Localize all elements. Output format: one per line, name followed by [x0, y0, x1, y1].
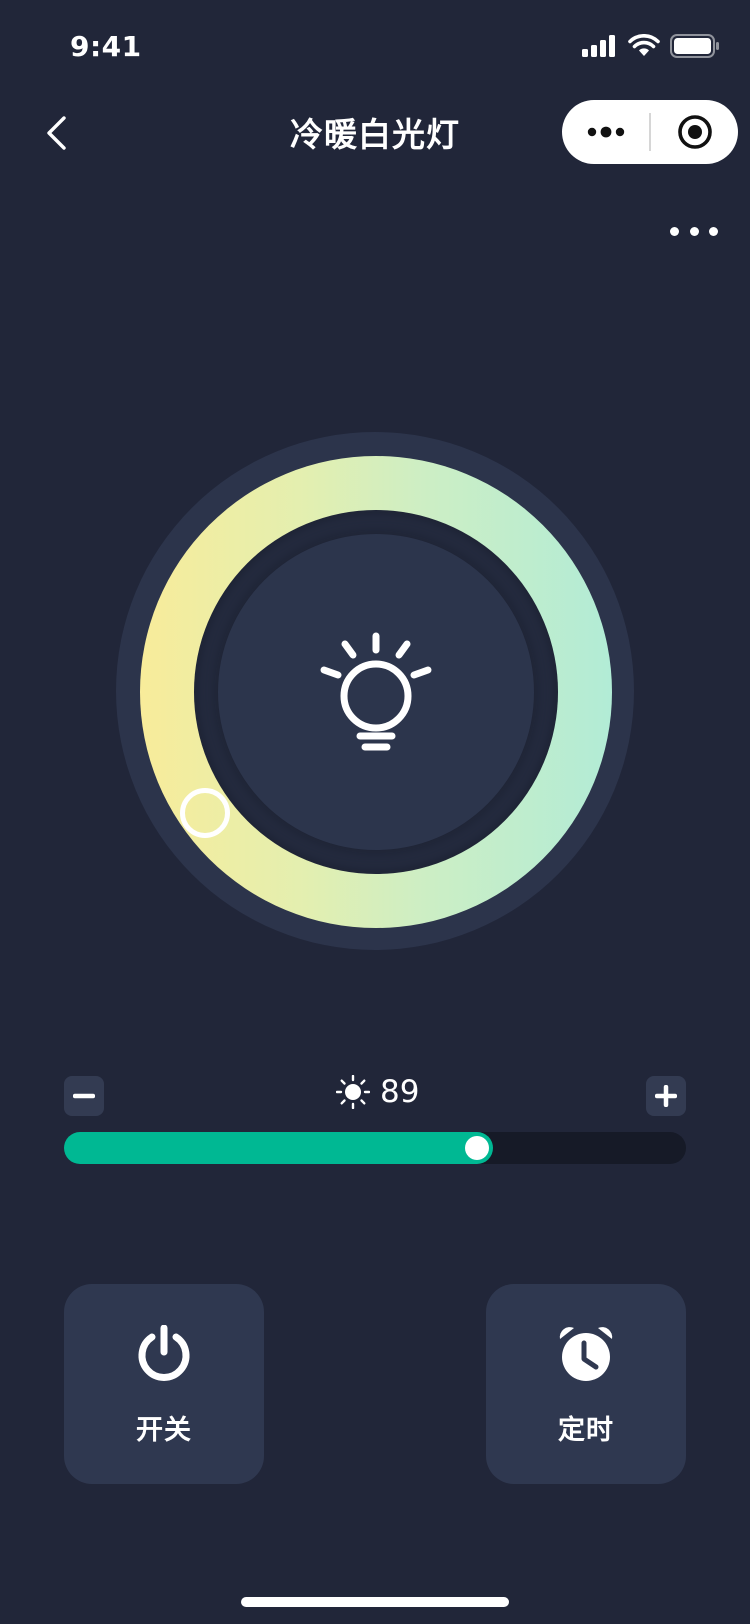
more-dot: [689, 226, 699, 236]
home-indicator: [241, 1597, 509, 1607]
timer-label: 定时: [558, 1415, 614, 1446]
more-dot: [670, 226, 679, 236]
status-icons: [582, 34, 720, 58]
ellipsis-icon: [587, 126, 624, 138]
dial-center: [218, 534, 534, 850]
target-icon: [677, 115, 712, 149]
power-toggle-label: 开关: [136, 1415, 192, 1446]
timer-card[interactable]: 定时: [486, 1284, 686, 1484]
wifi-icon: [628, 34, 660, 56]
battery-icon: [670, 34, 719, 58]
signal-icon: [582, 35, 615, 57]
capsule-close-button[interactable]: [651, 100, 738, 164]
brightness-increase-button[interactable]: [646, 1076, 686, 1116]
sun-icon: [336, 1075, 370, 1109]
plus-icon: [655, 1085, 677, 1107]
brightness-slider-thumb[interactable]: [465, 1136, 490, 1160]
power-toggle-card[interactable]: 开关: [64, 1284, 264, 1484]
power-icon: [138, 1325, 190, 1381]
brightness-readout: 89: [336, 1074, 419, 1110]
more-dot: [709, 226, 718, 236]
status-time: 9:41: [70, 30, 142, 63]
brightness-value: 89: [380, 1074, 420, 1110]
brightness-decrease-button[interactable]: [64, 1076, 104, 1116]
minus-icon: [73, 1093, 95, 1099]
alarm-clock-icon: [559, 1327, 613, 1381]
capsule-menu-button[interactable]: [562, 100, 649, 164]
brightness-slider-fill: [64, 1132, 494, 1164]
brightness-slider[interactable]: [64, 1132, 686, 1164]
color-temperature-handle[interactable]: [180, 788, 230, 838]
light-bulb-icon: [320, 632, 432, 751]
more-options-button[interactable]: [670, 216, 718, 246]
mini-program-capsule: [562, 100, 738, 164]
